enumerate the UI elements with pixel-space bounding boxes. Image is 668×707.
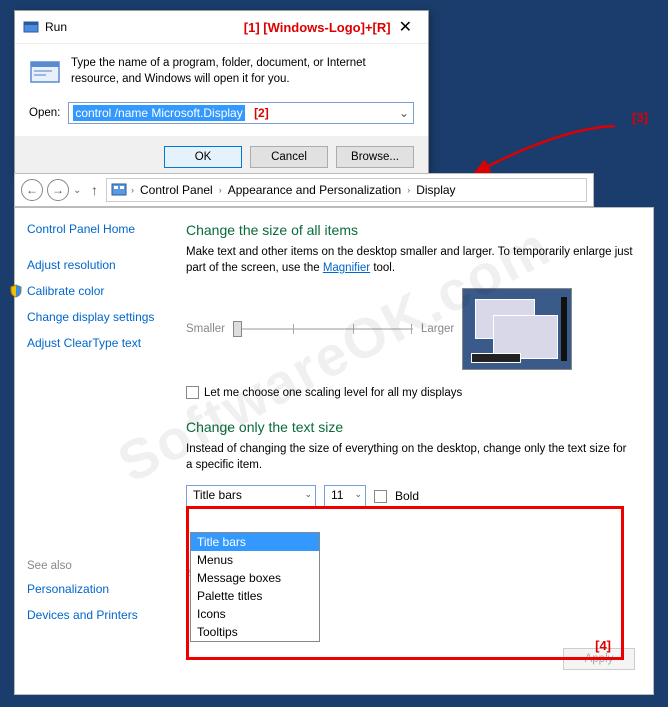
item-dropdown-list[interactable]: Title bars Menus Message boxes Palette t… — [190, 532, 320, 642]
breadcrumb-seg-2[interactable]: Appearance and Personalization — [226, 183, 403, 197]
dropdown-option[interactable]: Title bars — [191, 533, 319, 551]
bold-checkbox[interactable] — [374, 490, 387, 503]
history-chevron-icon[interactable]: ⌄ — [73, 185, 83, 196]
run-icon — [23, 19, 39, 35]
sidebar-item-label: Calibrate color — [27, 284, 104, 298]
open-label: Open: — [29, 107, 60, 119]
sidebar-calibrate-color[interactable]: Calibrate color — [9, 284, 168, 298]
shield-icon — [9, 284, 23, 298]
chevron-right-icon: › — [129, 185, 136, 195]
forward-button[interactable]: → — [47, 179, 69, 201]
sidebar-adjust-resolution[interactable]: Adjust resolution — [27, 258, 168, 272]
see-also-personalization[interactable]: Personalization — [27, 582, 168, 596]
sidebar-change-display[interactable]: Change display settings — [27, 310, 168, 324]
main-content: Change the size of all items Make text a… — [180, 208, 653, 694]
bold-label: Bold — [395, 489, 419, 503]
heading-size-all: Change the size of all items — [186, 222, 635, 238]
sidebar: Control Panel Home Adjust resolution Cal… — [15, 208, 180, 694]
breadcrumb-seg-3[interactable]: Display — [414, 183, 457, 197]
combobox-value: Title bars — [193, 488, 242, 502]
size-combobox[interactable]: 11 ⌄ — [324, 485, 366, 507]
scaling-checkbox[interactable] — [186, 386, 199, 399]
chevron-down-icon: ⌄ — [354, 489, 362, 500]
size-slider[interactable] — [233, 319, 413, 339]
dropdown-option[interactable]: Icons — [191, 605, 319, 623]
smaller-label: Smaller — [186, 323, 225, 335]
breadcrumb-seg-1[interactable]: Control Panel — [138, 183, 215, 197]
apply-button[interactable]: Apply — [563, 648, 635, 670]
annotation-1: [1] [Windows-Logo]+[R] — [244, 20, 391, 35]
open-input-text: control /name Microsoft.Display — [73, 105, 244, 121]
breadcrumb-bar: ← → ⌄ ↑ › Control Panel › Appearance and… — [14, 173, 594, 207]
item-combobox[interactable]: Title bars ⌄ — [186, 485, 316, 507]
browse-button[interactable]: Browse... — [336, 146, 414, 168]
dropdown-option[interactable]: Menus — [191, 551, 319, 569]
run-body-icon — [29, 56, 61, 88]
description-2: Instead of changing the size of everythi… — [186, 441, 635, 473]
cancel-button[interactable]: Cancel — [250, 146, 328, 168]
display-control-panel: Control Panel Home Adjust resolution Cal… — [14, 207, 654, 695]
magnifier-link[interactable]: Magnifier — [323, 262, 370, 274]
breadcrumb-path[interactable]: › Control Panel › Appearance and Persona… — [106, 178, 587, 202]
dropdown-option[interactable]: Message boxes — [191, 569, 319, 587]
chevron-down-icon: ⌄ — [304, 489, 312, 500]
heading-text-size: Change only the text size — [186, 419, 635, 435]
sidebar-cleartype[interactable]: Adjust ClearType text — [27, 336, 168, 350]
up-button[interactable]: ↑ — [87, 182, 102, 198]
chevron-down-icon[interactable]: ⌄ — [397, 105, 411, 121]
see-also-heading: See also — [27, 560, 168, 572]
annotation-3: [3] — [632, 110, 648, 125]
close-icon[interactable]: ✕ — [391, 17, 420, 37]
dropdown-option[interactable]: Tooltips — [191, 623, 319, 641]
control-panel-home-link[interactable]: Control Panel Home — [27, 222, 168, 236]
annotation-2: [2] — [254, 106, 269, 120]
run-description: Type the name of a program, folder, docu… — [71, 56, 414, 88]
see-also-devices[interactable]: Devices and Printers — [27, 608, 168, 622]
run-dialog: Run [1] [Windows-Logo]+[R] ✕ Type the na… — [14, 10, 429, 179]
chevron-right-icon: › — [405, 185, 412, 195]
ok-button[interactable]: OK — [164, 146, 242, 168]
larger-label: Larger — [421, 323, 454, 335]
back-button[interactable]: ← — [21, 179, 43, 201]
scaling-checkbox-label: Let me choose one scaling level for all … — [204, 387, 462, 399]
run-button-row: OK Cancel Browse... — [15, 136, 428, 178]
chevron-right-icon: › — [217, 185, 224, 195]
combobox-value: 11 — [331, 488, 343, 502]
description-1: Make text and other items on the desktop… — [186, 244, 635, 276]
preview-thumbnail — [462, 288, 572, 370]
open-input[interactable]: control /name Microsoft.Display [2] ⌄ — [68, 102, 414, 124]
dropdown-option[interactable]: Palette titles — [191, 587, 319, 605]
control-panel-icon — [111, 182, 127, 198]
run-titlebar: Run [1] [Windows-Logo]+[R] ✕ — [15, 11, 428, 44]
run-title: Run — [45, 20, 214, 34]
